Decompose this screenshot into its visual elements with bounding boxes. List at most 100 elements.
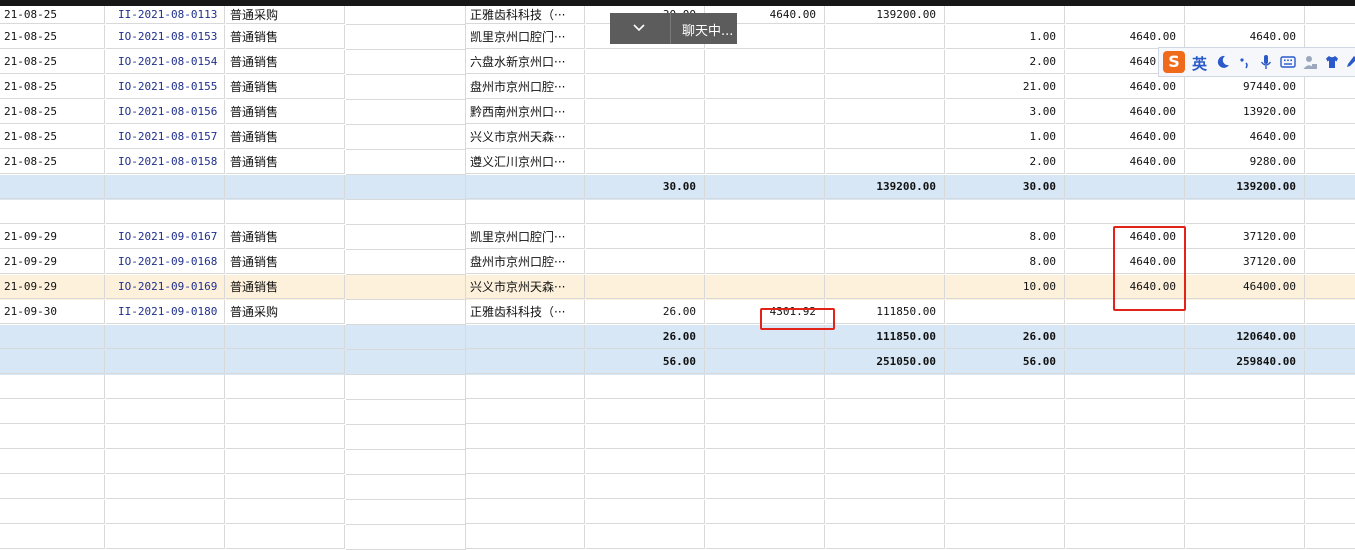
- empty-cell[interactable]: [1306, 200, 1355, 224]
- business-type-cell[interactable]: 普通采购: [226, 6, 345, 24]
- in-price-cell[interactable]: [706, 375, 825, 399]
- business-type-cell[interactable]: [226, 175, 345, 199]
- empty-row[interactable]: [0, 525, 1355, 550]
- in-amount-cell[interactable]: [826, 50, 945, 74]
- date-cell[interactable]: [0, 425, 105, 449]
- in-amount-cell[interactable]: [826, 400, 945, 424]
- party-name-cell[interactable]: [466, 400, 585, 424]
- out-amount-cell[interactable]: [1186, 300, 1305, 324]
- out-quantity-cell[interactable]: 2.00: [946, 50, 1065, 74]
- out-amount-cell[interactable]: 120640.00: [1186, 325, 1305, 349]
- party-name-cell[interactable]: [466, 375, 585, 399]
- in-price-cell[interactable]: [706, 425, 825, 449]
- business-type-cell[interactable]: 普通销售: [226, 75, 345, 99]
- out-amount-cell[interactable]: [1186, 6, 1305, 24]
- table-row[interactable]: 21-08-25 IO-2021-08-0157 普通销售 兴义市京州天森··· 1.0…: [0, 125, 1355, 150]
- empty-cell[interactable]: [346, 125, 466, 150]
- party-name-cell[interactable]: 凯里京州口腔门···: [466, 25, 585, 49]
- punctuation-icon[interactable]: [1237, 54, 1253, 70]
- in-quantity-cell[interactable]: [586, 375, 705, 399]
- empty-cell[interactable]: [1306, 275, 1355, 299]
- chat-status-label[interactable]: 聊天中...: [682, 20, 733, 39]
- table-row[interactable]: 21-08-25 IO-2021-08-0156 普通销售 黔西南州京州口··· 3.0…: [0, 100, 1355, 125]
- in-price-cell[interactable]: [706, 525, 825, 549]
- party-name-cell[interactable]: 凯里京州口腔门···: [466, 225, 585, 249]
- document-number-cell[interactable]: [106, 350, 225, 374]
- party-name-cell[interactable]: [466, 425, 585, 449]
- out-price-cell[interactable]: 4640.00: [1066, 75, 1185, 99]
- out-price-cell[interactable]: [1066, 325, 1185, 349]
- out-price-cell[interactable]: [1066, 425, 1185, 449]
- empty-cell[interactable]: [1306, 300, 1355, 324]
- in-price-cell[interactable]: [706, 50, 825, 74]
- in-amount-cell[interactable]: [826, 225, 945, 249]
- empty-cell[interactable]: [346, 200, 466, 225]
- document-number-cell[interactable]: IO-2021-08-0157: [106, 125, 225, 149]
- empty-cell[interactable]: [1306, 25, 1355, 49]
- party-name-cell[interactable]: [466, 525, 585, 549]
- out-quantity-cell[interactable]: [946, 475, 1065, 499]
- out-quantity-cell[interactable]: 56.00: [946, 350, 1065, 374]
- business-type-cell[interactable]: 普通销售: [226, 225, 345, 249]
- document-number-cell[interactable]: [106, 525, 225, 549]
- empty-cell[interactable]: [346, 300, 466, 325]
- date-cell[interactable]: 21-08-25: [0, 150, 105, 174]
- out-quantity-cell[interactable]: [946, 400, 1065, 424]
- out-amount-cell[interactable]: 37120.00: [1186, 250, 1305, 274]
- document-number-cell[interactable]: [106, 325, 225, 349]
- in-amount-cell[interactable]: [826, 500, 945, 524]
- in-quantity-cell[interactable]: 30.00: [586, 175, 705, 199]
- empty-cell[interactable]: [1306, 125, 1355, 149]
- out-quantity-cell[interactable]: 26.00: [946, 325, 1065, 349]
- in-price-cell[interactable]: [706, 275, 825, 299]
- out-price-cell[interactable]: [1066, 6, 1185, 24]
- empty-cell[interactable]: [346, 475, 466, 500]
- document-number-cell[interactable]: II-2021-08-0113: [106, 6, 225, 24]
- in-amount-cell[interactable]: [826, 275, 945, 299]
- party-name-cell[interactable]: [466, 200, 585, 224]
- in-quantity-cell[interactable]: [586, 50, 705, 74]
- table-row[interactable]: 21-08-25 IO-2021-08-0155 普通销售 盘州市京州口腔··· 21.…: [0, 75, 1355, 100]
- out-quantity-cell[interactable]: 2.00: [946, 150, 1065, 174]
- empty-cell[interactable]: [1306, 100, 1355, 124]
- document-number-cell[interactable]: IO-2021-09-0167: [106, 225, 225, 249]
- in-quantity-cell[interactable]: 56.00: [586, 350, 705, 374]
- document-number-cell[interactable]: [106, 400, 225, 424]
- out-quantity-cell[interactable]: [946, 300, 1065, 324]
- in-price-cell[interactable]: [706, 500, 825, 524]
- out-amount-cell[interactable]: 13920.00: [1186, 100, 1305, 124]
- empty-row[interactable]: [0, 450, 1355, 475]
- in-price-cell[interactable]: [706, 200, 825, 224]
- document-number-cell[interactable]: IO-2021-08-0158: [106, 150, 225, 174]
- out-amount-cell[interactable]: [1186, 525, 1305, 549]
- chevron-down-icon[interactable]: [630, 18, 648, 36]
- party-name-cell[interactable]: [466, 175, 585, 199]
- business-type-cell[interactable]: [226, 425, 345, 449]
- out-quantity-cell[interactable]: [946, 375, 1065, 399]
- document-number-cell[interactable]: [106, 175, 225, 199]
- empty-cell[interactable]: [1306, 250, 1355, 274]
- date-cell[interactable]: [0, 475, 105, 499]
- party-name-cell[interactable]: [466, 475, 585, 499]
- out-amount-cell[interactable]: 4640.00: [1186, 125, 1305, 149]
- business-type-cell[interactable]: 普通销售: [226, 275, 345, 299]
- empty-cell[interactable]: [1306, 75, 1355, 99]
- business-type-cell[interactable]: [226, 375, 345, 399]
- in-amount-cell[interactable]: 251050.00: [826, 350, 945, 374]
- in-amount-cell[interactable]: 111850.00: [826, 325, 945, 349]
- empty-cell[interactable]: [1306, 375, 1355, 399]
- party-name-cell[interactable]: [466, 325, 585, 349]
- empty-row[interactable]: [0, 475, 1355, 500]
- date-cell[interactable]: [0, 450, 105, 474]
- business-type-cell[interactable]: [226, 525, 345, 549]
- moon-icon[interactable]: [1215, 54, 1231, 70]
- in-quantity-cell[interactable]: [586, 225, 705, 249]
- in-amount-cell[interactable]: [826, 150, 945, 174]
- date-cell[interactable]: [0, 325, 105, 349]
- party-name-cell[interactable]: 盘州市京州口腔···: [466, 75, 585, 99]
- out-quantity-cell[interactable]: [946, 200, 1065, 224]
- out-price-cell[interactable]: 4640.00: [1066, 125, 1185, 149]
- tools-wrench-icon[interactable]: [1344, 54, 1355, 70]
- table-row[interactable]: 21-08-25 IO-2021-08-0158 普通销售 遵义汇川京州口··· 2.0…: [0, 150, 1355, 175]
- business-type-cell[interactable]: 普通销售: [226, 150, 345, 174]
